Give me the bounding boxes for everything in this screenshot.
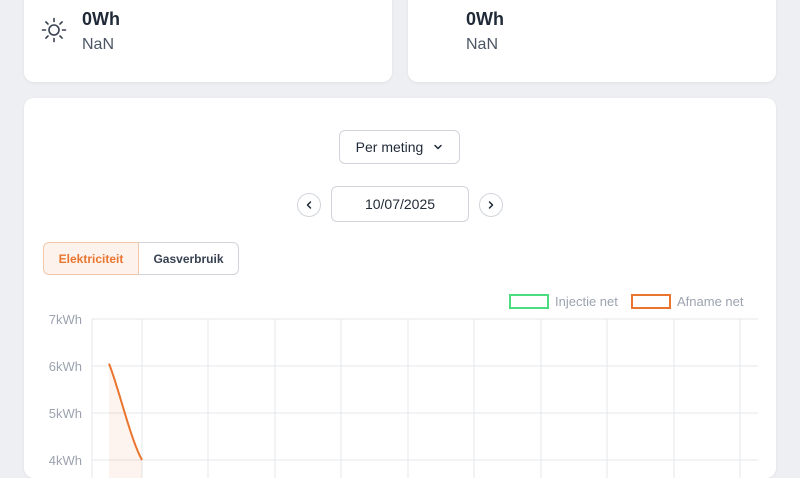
legend-swatch-afname[interactable] bbox=[631, 294, 671, 309]
chart-grid bbox=[91, 318, 758, 478]
legend-swatch-injectie[interactable] bbox=[509, 294, 549, 309]
energy-type-tabs: Elektriciteit Gasverbruik bbox=[43, 242, 239, 275]
sun-icon bbox=[41, 17, 67, 43]
chart-series bbox=[108, 363, 143, 478]
solar-stat-card: 0Wh NaN bbox=[24, 0, 392, 82]
y-axis-ticks: 7kWh 6kWh 5kWh 4kWh bbox=[49, 312, 82, 468]
y-tick-label: 5kWh bbox=[49, 406, 82, 421]
chevron-down-icon bbox=[434, 144, 443, 150]
energy-chart: Injectie net Afname net 7kWh 6kWh 5kWh 4kWh bbox=[49, 294, 758, 478]
chart-card: Per meting 10/07/2025 Elektriciteit Gasv… bbox=[24, 98, 776, 478]
tab-elektriciteit[interactable]: Elektriciteit bbox=[43, 242, 139, 275]
solar-value: 0Wh bbox=[82, 9, 120, 29]
y-tick-label: 7kWh bbox=[49, 312, 82, 327]
solar-subvalue: NaN bbox=[82, 36, 115, 53]
grid-stat-card: 0Wh NaN bbox=[408, 0, 776, 82]
grid-subvalue: NaN bbox=[466, 36, 499, 53]
y-tick-label: 6kWh bbox=[49, 359, 82, 374]
previous-day-button[interactable] bbox=[297, 193, 321, 217]
period-dropdown-label: Per meting bbox=[355, 139, 424, 155]
chevron-right-icon bbox=[488, 201, 494, 209]
chart-legend: Injectie net Afname net bbox=[509, 294, 744, 309]
next-day-button[interactable] bbox=[479, 193, 503, 217]
period-dropdown[interactable]: Per meting bbox=[339, 130, 460, 164]
tab-gasverbruik[interactable]: Gasverbruik bbox=[139, 242, 239, 275]
date-input[interactable]: 10/07/2025 bbox=[331, 186, 469, 222]
y-tick-label: 4kWh bbox=[49, 453, 82, 468]
legend-label-injectie[interactable]: Injectie net bbox=[555, 294, 618, 309]
grid-value: 0Wh bbox=[466, 9, 504, 29]
chevron-left-icon bbox=[306, 201, 312, 209]
legend-label-afname[interactable]: Afname net bbox=[677, 294, 744, 309]
